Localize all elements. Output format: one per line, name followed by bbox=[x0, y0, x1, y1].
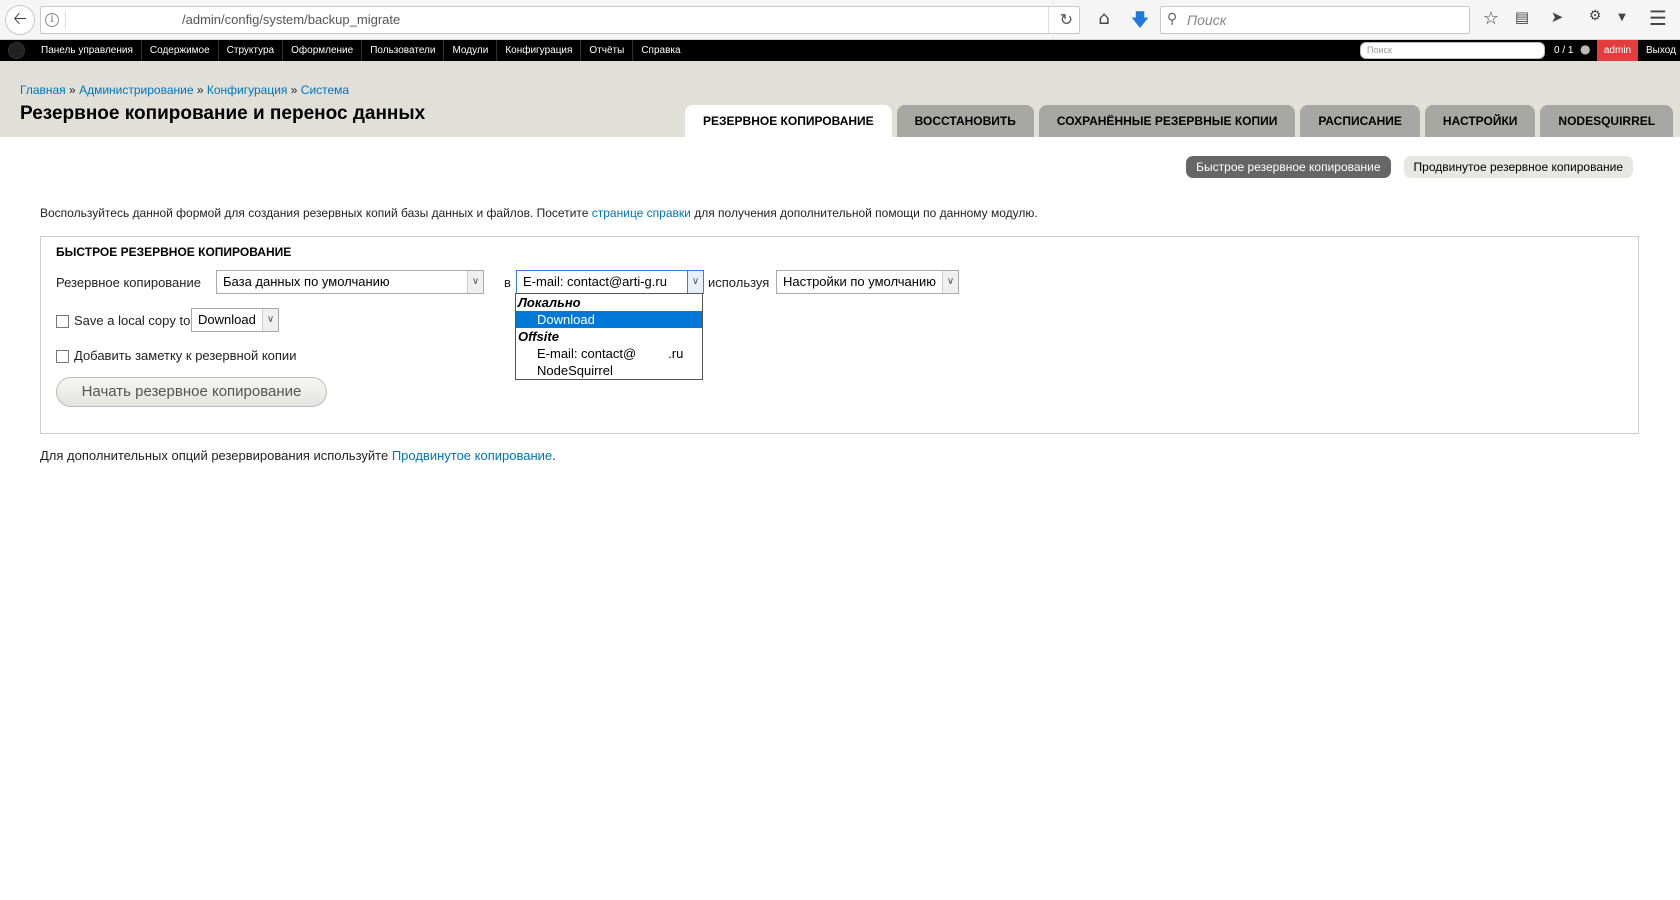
intro-text-after: для получения дополнительной помощи по д… bbox=[690, 206, 1038, 220]
using-label: используя bbox=[708, 275, 770, 290]
download-icon[interactable]: 🡇 bbox=[1128, 8, 1152, 38]
local-copy-select-value: Download bbox=[198, 312, 256, 327]
backup-label: Резервное копирование bbox=[56, 275, 201, 290]
url-text[interactable]: /admin/config/system/backup_migrate bbox=[182, 12, 400, 27]
admin-toolbar: Панель управления Содержимое Структура О… bbox=[0, 40, 1680, 61]
dropdown-option-download[interactable]: Download bbox=[516, 311, 702, 328]
dropdown-group-offsite: Offsite bbox=[518, 329, 559, 344]
breadcrumb: Главная » Администрирование » Конфигурац… bbox=[20, 83, 349, 97]
chevron-down-icon: ∨ bbox=[467, 271, 483, 293]
breadcrumb-separator: » bbox=[290, 83, 298, 97]
users-icon: ● bbox=[1580, 42, 1591, 56]
note-checkbox[interactable] bbox=[56, 350, 69, 363]
breadcrumb-system[interactable]: Система bbox=[301, 83, 349, 97]
dropdown-group-local: Локально bbox=[518, 295, 581, 310]
admin-menu: Панель управления Содержимое Структура О… bbox=[33, 40, 689, 61]
help-page-link[interactable]: странице справки bbox=[592, 206, 691, 220]
redaction-mask bbox=[636, 348, 669, 361]
breadcrumb-home[interactable]: Главная bbox=[20, 83, 66, 97]
chevron-down-icon: ∨ bbox=[262, 309, 278, 331]
intro-text: Воспользуйтесь данной формой для создани… bbox=[40, 206, 1038, 220]
email-option-prefix: E-mail: contact@ bbox=[537, 346, 637, 361]
fieldset-legend: Быстрое резервное копирование bbox=[56, 245, 292, 259]
tab-nodesquirrel[interactable]: NodeSquirrel bbox=[1540, 105, 1674, 137]
browser-search-input[interactable]: ⚲ Поиск bbox=[1160, 6, 1470, 34]
email-option-suffix: .ru bbox=[668, 346, 684, 361]
chevron-down-icon[interactable]: ▼ bbox=[1610, 12, 1634, 23]
reading-list-icon[interactable]: ▤ bbox=[1510, 8, 1534, 26]
tab-settings[interactable]: Настройки bbox=[1424, 105, 1536, 137]
admin-menu-item[interactable]: Модули bbox=[444, 40, 498, 61]
tab-advanced-backup[interactable]: Продвинутое резервное копирование bbox=[1403, 156, 1633, 178]
page-header: Главная » Администрирование » Конфигурац… bbox=[0, 61, 1680, 137]
search-placeholder: Поиск bbox=[1187, 12, 1227, 28]
chevron-down-icon: ∨ bbox=[942, 271, 958, 293]
chevron-down-icon: ∨ bbox=[687, 271, 703, 293]
admin-user-link[interactable]: admin bbox=[1597, 40, 1638, 61]
admin-menu-item[interactable]: Структура bbox=[219, 40, 284, 61]
destination-select-value: E-mail: contact@arti-g.ru bbox=[523, 274, 667, 289]
browser-toolbar: 🡠 i /admin/config/system/backup_migrate … bbox=[0, 0, 1680, 40]
extension-icon[interactable]: ⚙ bbox=[1583, 8, 1607, 24]
tab-schedule[interactable]: Расписание bbox=[1300, 105, 1420, 137]
to-label: в bbox=[504, 275, 511, 290]
drupal-logo-icon[interactable] bbox=[8, 42, 25, 59]
admin-search-placeholder: Поиск bbox=[1367, 45, 1392, 55]
advanced-backup-link[interactable]: Продвинутое копирование bbox=[392, 448, 552, 463]
admin-menu-item[interactable]: Пользователи bbox=[362, 40, 445, 61]
profile-select[interactable]: Настройки по умолчанию ∨ bbox=[776, 270, 959, 294]
tab-saved-backups[interactable]: Сохранённые резервные копии bbox=[1038, 105, 1296, 137]
footer-note: Для дополнительных опций резервирования … bbox=[40, 448, 556, 463]
tab-restore[interactable]: Восстановить bbox=[896, 105, 1034, 137]
arrow-left-icon: 🡠 bbox=[13, 8, 27, 29]
source-select[interactable]: База данных по умолчанию ∨ bbox=[216, 270, 484, 294]
send-icon[interactable]: ➤ bbox=[1545, 8, 1569, 26]
destination-select[interactable]: E-mail: contact@arti-g.ru ∨ bbox=[516, 270, 704, 294]
breadcrumb-separator: » bbox=[196, 83, 204, 97]
back-button[interactable]: 🡠 bbox=[5, 5, 35, 35]
url-divider bbox=[1048, 7, 1049, 33]
users-online-count: 0 / 1 bbox=[1554, 45, 1574, 56]
bookmark-star-icon[interactable]: ☆ bbox=[1479, 8, 1503, 29]
start-backup-button[interactable]: Начать резервное копирование bbox=[56, 377, 327, 407]
info-icon[interactable]: i bbox=[45, 13, 59, 27]
page-title: Резервное копирование и перенос данных bbox=[20, 103, 426, 124]
note-label: Добавить заметку к резервной копии bbox=[74, 348, 297, 363]
admin-menu-item[interactable]: Содержимое bbox=[142, 40, 219, 61]
local-copy-label: Save a local copy to bbox=[74, 313, 191, 328]
intro-text-before: Воспользуйтесь данной формой для создани… bbox=[40, 206, 592, 220]
source-select-value: База данных по умолчанию bbox=[223, 274, 390, 289]
dropdown-option-email[interactable]: E-mail: contact@ .ru bbox=[516, 345, 702, 362]
url-bar[interactable]: i /admin/config/system/backup_migrate ↻ bbox=[40, 6, 1080, 34]
admin-menu-item[interactable]: Конфигурация bbox=[497, 40, 582, 61]
admin-search-input[interactable]: Поиск bbox=[1360, 42, 1545, 59]
local-copy-select[interactable]: Download ∨ bbox=[191, 308, 279, 332]
profile-select-value: Настройки по умолчанию bbox=[783, 274, 936, 289]
admin-menu-item[interactable]: Отчёты bbox=[581, 40, 634, 61]
reload-icon[interactable]: ↻ bbox=[1060, 10, 1073, 29]
secondary-tabs: Быстрое резервное копирование Продвинуто… bbox=[1173, 156, 1633, 178]
home-icon[interactable]: ⌂ bbox=[1092, 8, 1116, 29]
local-copy-checkbox[interactable] bbox=[56, 315, 69, 328]
breadcrumb-config[interactable]: Конфигурация bbox=[207, 83, 288, 97]
menu-hamburger-icon[interactable]: ☰ bbox=[1646, 6, 1670, 30]
breadcrumb-separator: » bbox=[69, 83, 76, 97]
url-divider bbox=[65, 11, 66, 29]
breadcrumb-admin[interactable]: Администрирование bbox=[79, 83, 193, 97]
tab-quick-backup[interactable]: Быстрое резервное копирование bbox=[1186, 156, 1391, 178]
primary-tabs: Резервное копирование Восстановить Сохра… bbox=[685, 105, 1674, 137]
search-icon: ⚲ bbox=[1167, 11, 1178, 27]
footer-note-before: Для дополнительных опций резервирования … bbox=[40, 448, 392, 463]
logout-link[interactable]: Выход bbox=[1646, 40, 1676, 61]
dropdown-option-nodesquirrel[interactable]: NodeSquirrel bbox=[516, 362, 702, 379]
destination-dropdown-list: Локально Download Offsite E-mail: contac… bbox=[515, 293, 703, 380]
tab-backup[interactable]: Резервное копирование bbox=[685, 105, 892, 137]
quick-backup-fieldset: Быстрое резервное копирование Резервное … bbox=[40, 236, 1639, 434]
admin-menu-item[interactable]: Оформление bbox=[283, 40, 363, 61]
footer-note-after: . bbox=[552, 448, 556, 463]
admin-menu-item[interactable]: Панель управления bbox=[33, 40, 142, 61]
admin-menu-item[interactable]: Справка bbox=[633, 40, 688, 61]
